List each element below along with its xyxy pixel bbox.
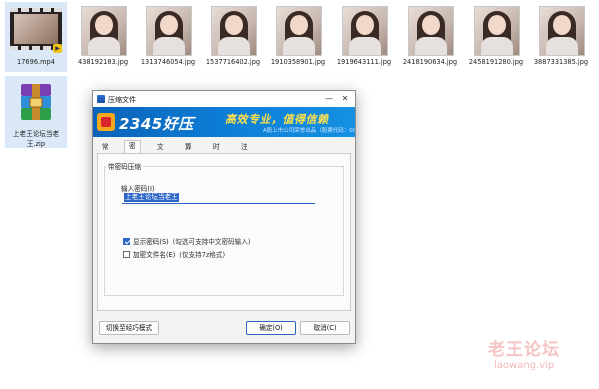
- encrypt-names-option[interactable]: 加密文件名(E) (仅支持7z格式): [123, 249, 225, 259]
- file-name: 3887331385.jpg: [533, 58, 589, 66]
- tab-panel-password: 带密码压缩: [97, 153, 351, 311]
- app-icon: [97, 95, 105, 103]
- file-name: 438192183.jpg: [77, 58, 129, 66]
- image-thumbnail: [211, 6, 257, 56]
- video-play-icon: ▶: [53, 44, 62, 53]
- file-item-image[interactable]: 2458191280.jpg: [465, 2, 527, 72]
- brand-banner: 2345好压 高效专业，值得信赖 A股上市公司荣誉出品（股票代码：002195）: [93, 107, 355, 137]
- dialog-titlebar[interactable]: 压缩文件 — ✕: [93, 91, 355, 107]
- file-item-image[interactable]: 1919643111.jpg: [333, 2, 395, 72]
- show-password-checkbox[interactable]: [123, 238, 130, 245]
- winrar-zip-icon: [21, 84, 51, 120]
- password-value: 上老王论坛当老王: [124, 193, 179, 202]
- image-thumbnail: [146, 6, 192, 56]
- switch-mode-button[interactable]: 切换至经巧模式: [99, 321, 159, 335]
- file-name: 17696.mp4: [17, 58, 55, 66]
- dialog-title: 压缩文件: [108, 96, 136, 104]
- file-item-image[interactable]: 2418190634.jpg: [399, 2, 461, 72]
- file-name: 1919643111.jpg: [336, 58, 392, 66]
- image-thumbnail: [276, 6, 322, 56]
- show-password-note: (勾选可支持中文密码输入): [172, 238, 251, 246]
- tab-password[interactable]: 密码: [124, 140, 141, 161]
- site-watermark: 老王论坛 laowang.vip: [488, 335, 560, 371]
- image-thumbnail: [342, 6, 388, 56]
- watermark-title: 老王论坛: [488, 340, 560, 360]
- file-name: 1537716402.jpg: [205, 58, 261, 66]
- file-name: 2458191280.jpg: [468, 58, 524, 66]
- minimize-button[interactable]: —: [323, 93, 335, 105]
- password-input[interactable]: 上老王论坛当老王: [122, 192, 315, 204]
- file-item-image[interactable]: 1313746054.jpg: [137, 2, 199, 72]
- watermark-url: laowang.vip: [494, 360, 555, 371]
- image-thumbnail: [539, 6, 585, 56]
- encrypt-names-note: (仅支持7z格式): [179, 251, 226, 259]
- file-item-zip[interactable]: 上老王论坛当老 王.zip: [5, 76, 67, 148]
- show-password-option[interactable]: 显示密码(S) (勾选可支持中文密码输入): [123, 236, 250, 246]
- file-name: 1313746054.jpg: [140, 58, 196, 66]
- file-item-video[interactable]: ▶ 17696.mp4: [5, 2, 67, 72]
- file-name: 2418190634.jpg: [402, 58, 458, 66]
- file-item-image[interactable]: 3887331385.jpg: [530, 2, 592, 72]
- file-item-image[interactable]: 1910358901.jpg: [267, 2, 329, 72]
- brand-slogan: 高效专业，值得信赖: [225, 113, 329, 126]
- cancel-button[interactable]: 取消(C): [300, 321, 350, 335]
- file-item-image[interactable]: 438192183.jpg: [72, 2, 134, 72]
- haozip-logo-icon: [97, 113, 115, 131]
- file-name: 1910358901.jpg: [270, 58, 326, 66]
- close-button[interactable]: ✕: [339, 93, 351, 105]
- encrypt-names-label: 加密文件名(E): [133, 251, 176, 259]
- image-thumbnail: [474, 6, 520, 56]
- file-item-image[interactable]: 1537716402.jpg: [202, 2, 264, 72]
- image-thumbnail: [81, 6, 127, 56]
- group-title: 带密码压缩: [106, 161, 143, 171]
- compress-dialog: 压缩文件 — ✕ 2345好压 高效专业，值得信赖 A股上市公司荣誉出品（股票代…: [92, 90, 356, 344]
- ok-button[interactable]: 确定(O): [246, 321, 296, 335]
- brand-subtitle: A股上市公司荣誉出品（股票代码：002195）: [263, 128, 355, 134]
- file-name: 上老王论坛当老 王.zip: [12, 130, 60, 148]
- image-thumbnail: [408, 6, 454, 56]
- brand-name: 2345好压: [119, 115, 194, 133]
- show-password-label: 显示密码(S): [133, 238, 169, 246]
- encrypt-names-checkbox[interactable]: [123, 251, 130, 258]
